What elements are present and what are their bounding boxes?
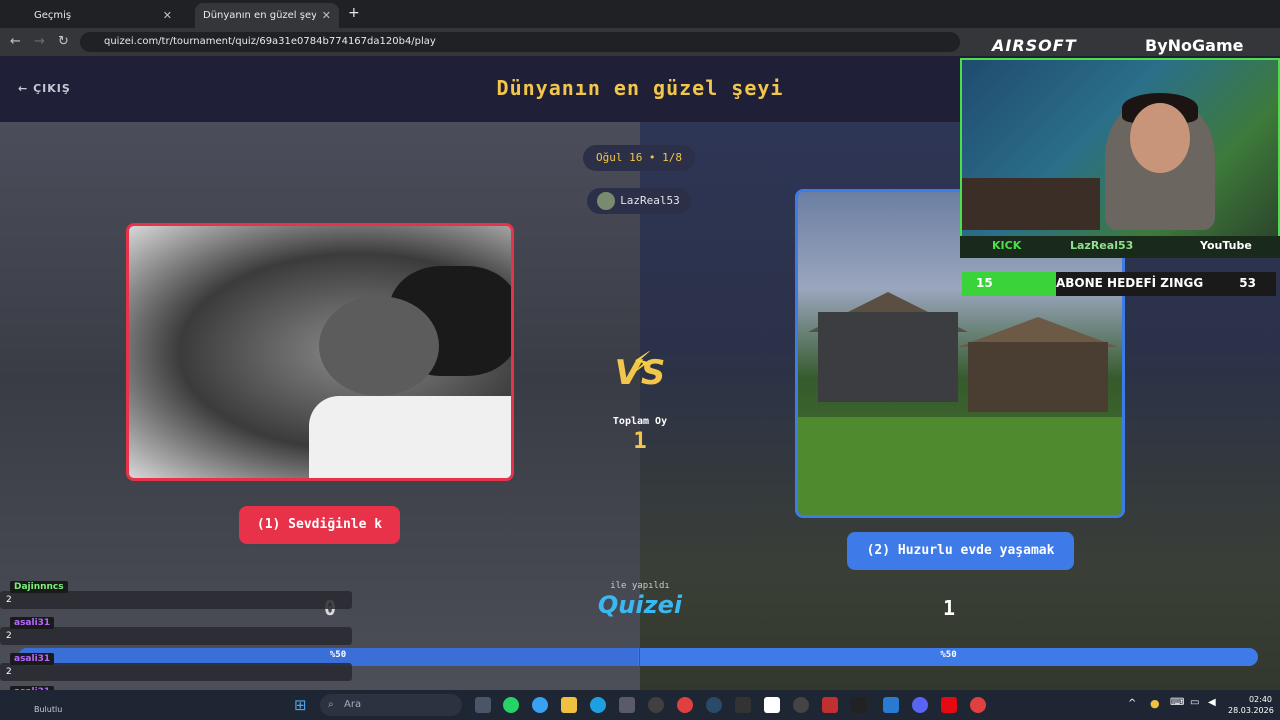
obs-icon[interactable] [648,697,664,713]
back-icon[interactable]: ← [10,34,21,49]
airsoft-logo: AIRSOFT [992,36,1077,55]
netflix-icon[interactable] [941,697,957,713]
tab-label: Dünyanın en güzel şeyi - Tier Li [203,10,316,21]
chat-message: Dajinnncs 2 [0,578,352,609]
chat-message-box [0,663,352,681]
store-icon[interactable] [619,697,635,713]
discord-icon[interactable] [912,697,928,713]
taskbar-search[interactable]: ⌕ Ara [320,694,462,716]
tab-label: Geçmiş [34,10,72,21]
chat-message: asali31 2 [0,650,352,681]
creator-badge[interactable]: LazReal53 [587,188,691,214]
choice-2-percent: %50 [940,650,957,660]
chat-message: asali31 2 [0,614,352,645]
file-explorer-icon[interactable] [561,697,577,713]
app-icon[interactable] [822,697,838,713]
start-icon[interactable]: ⊞ [294,696,307,714]
epic-games-icon[interactable] [851,697,867,713]
copilot-icon[interactable] [532,697,548,713]
choice-2-button[interactable]: (2) Huzurlu evde yaşamak [847,532,1074,570]
sub-goal-current: 15 [976,276,993,290]
chrome-icon[interactable] [677,697,693,713]
app-icon[interactable] [735,697,751,713]
sub-goal-label: ABONE HEDEFİ ZINGG [1056,276,1204,290]
sub-goal-target: 53 [1239,276,1256,290]
chat-username: asali31 [10,653,55,665]
tab-quiz[interactable]: Dünyanın en güzel şeyi - Tier Li ✕ [195,3,339,28]
new-tab-button[interactable]: + [348,5,360,21]
taskbar: Bulutlu ⊞ ⌕ Ara ^ ● ⌨ ▭ ◀ 02:40 28.03.20… [0,690,1280,720]
app-icon[interactable] [883,697,899,713]
sub-goal-bar: 15 ABONE HEDEFİ ZINGG 53 [962,272,1276,296]
channel-name: LazReal53 [1070,239,1134,252]
chevron-up-icon[interactable]: ^ [1128,698,1136,709]
volume-icon[interactable]: ◀ [1208,697,1216,708]
chat-message-box [0,591,352,609]
chat-text: 2 [6,667,12,677]
avatar [597,192,615,210]
clock-time: 02:40 [1248,695,1272,704]
steam-icon[interactable] [706,697,722,713]
url-text: quizei.com/tr/tournament/quiz/69a31e0784… [104,36,436,47]
youtube-logo: YouTube [1200,239,1252,252]
close-tab-icon[interactable]: ✕ [163,9,172,22]
sponsor-logos: AIRSOFT ByNoGame [960,34,1280,58]
creator-name: LazReal53 [620,194,680,207]
reload-icon[interactable]: ↻ [58,34,69,49]
keyboard-icon[interactable]: ⌨ [1170,697,1184,708]
capcut-icon[interactable] [764,697,780,713]
search-icon: ⌕ [328,699,334,710]
total-votes-value: 1 [633,429,647,454]
browser-tab-bar: Geçmiş ✕ Dünyanın en güzel şeyi - Tier L… [0,0,1280,28]
search-placeholder: Ara [344,699,362,710]
image-detail [309,396,511,478]
chat-username: asali31 [10,617,55,629]
webcam-frame [960,58,1280,258]
close-tab-icon[interactable]: ✕ [322,9,331,22]
speedometer-icon[interactable] [793,697,809,713]
whatsapp-icon[interactable] [503,697,519,713]
image-detail [798,417,1122,515]
microphone-icon[interactable]: ● [1150,697,1160,710]
webcam-footer: KICK LazReal53 YouTube [960,236,1280,258]
url-field[interactable]: quizei.com/tr/tournament/quiz/69a31e0784… [80,32,960,52]
choice-1-image[interactable] [126,223,514,481]
clock-date: 28.03.2026 [1228,706,1274,715]
round-badge: Oğul 16 • 1/8 [583,145,695,171]
total-votes-label: Toplam Oy [612,416,668,427]
lightning-icon: ⚡ [631,346,653,381]
task-view-icon[interactable] [475,697,491,713]
image-detail [818,312,958,402]
made-with-label: ile yapıldı [610,581,670,591]
edge-icon[interactable] [590,697,606,713]
image-detail [968,342,1108,412]
bynogame-logo: ByNoGame [1145,36,1244,55]
choice-1-button[interactable]: (1) Sevdiğinle k [239,506,400,544]
forward-icon[interactable]: → [34,34,45,49]
chrome-icon[interactable] [970,697,986,713]
chat-message-box [0,627,352,645]
kick-logo: KICK [992,239,1022,252]
system-clock[interactable]: 02:40 28.03.2026 [1228,694,1274,716]
choice-2-score: 1 [942,596,956,620]
tab-history[interactable]: Geçmiş ✕ [26,3,180,28]
chat-username: Dajinnncs [10,581,68,593]
chat-text: 2 [6,631,12,641]
weather-label: Bulutlu [34,705,63,714]
image-detail [319,296,439,396]
webcam-overlay [960,58,1280,258]
network-icon[interactable]: ▭ [1190,697,1199,708]
chat-text: 2 [6,595,12,605]
quizei-logo[interactable]: Quizei [590,591,690,619]
